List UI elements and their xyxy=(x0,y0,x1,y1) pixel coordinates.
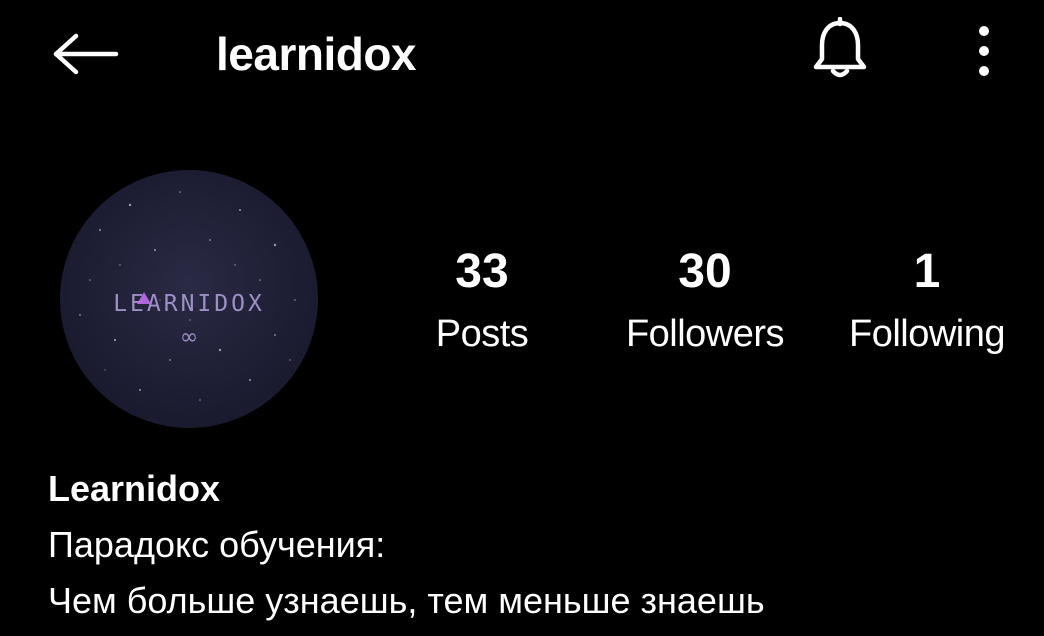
followers-label: Followers xyxy=(625,313,785,355)
stat-followers[interactable]: 30 Followers xyxy=(605,240,805,360)
bell-icon xyxy=(813,17,867,78)
notifications-button[interactable] xyxy=(800,14,880,86)
more-vertical-icon xyxy=(979,26,989,76)
more-options-button[interactable] xyxy=(960,18,1008,84)
arrow-left-icon xyxy=(53,33,119,75)
bio-text-line: Чем больше узнаешь, тем меньше знаешь xyxy=(48,580,765,621)
profile-avatar[interactable]: LEARNIDOX ∞ xyxy=(60,170,318,428)
followers-count: 30 xyxy=(678,245,732,298)
posts-label: Posts xyxy=(435,313,529,355)
profile-username: learnidox xyxy=(216,28,417,80)
following-count: 1 xyxy=(913,245,941,298)
following-label: Following xyxy=(848,313,1006,355)
stat-following[interactable]: 1 Following xyxy=(827,240,1027,360)
avatar-logo-image: LEARNIDOX ∞ xyxy=(79,191,296,401)
avatar-logo-text: LEARNIDOX xyxy=(113,291,265,317)
stat-posts[interactable]: 33 Posts xyxy=(382,240,582,360)
avatar-infinity-symbol: ∞ xyxy=(180,325,198,350)
posts-count: 33 xyxy=(455,245,509,298)
bio-text-line: Парадокс обучения: xyxy=(48,524,386,565)
back-button[interactable] xyxy=(44,22,124,86)
profile-display-name: Learnidox xyxy=(48,468,221,509)
